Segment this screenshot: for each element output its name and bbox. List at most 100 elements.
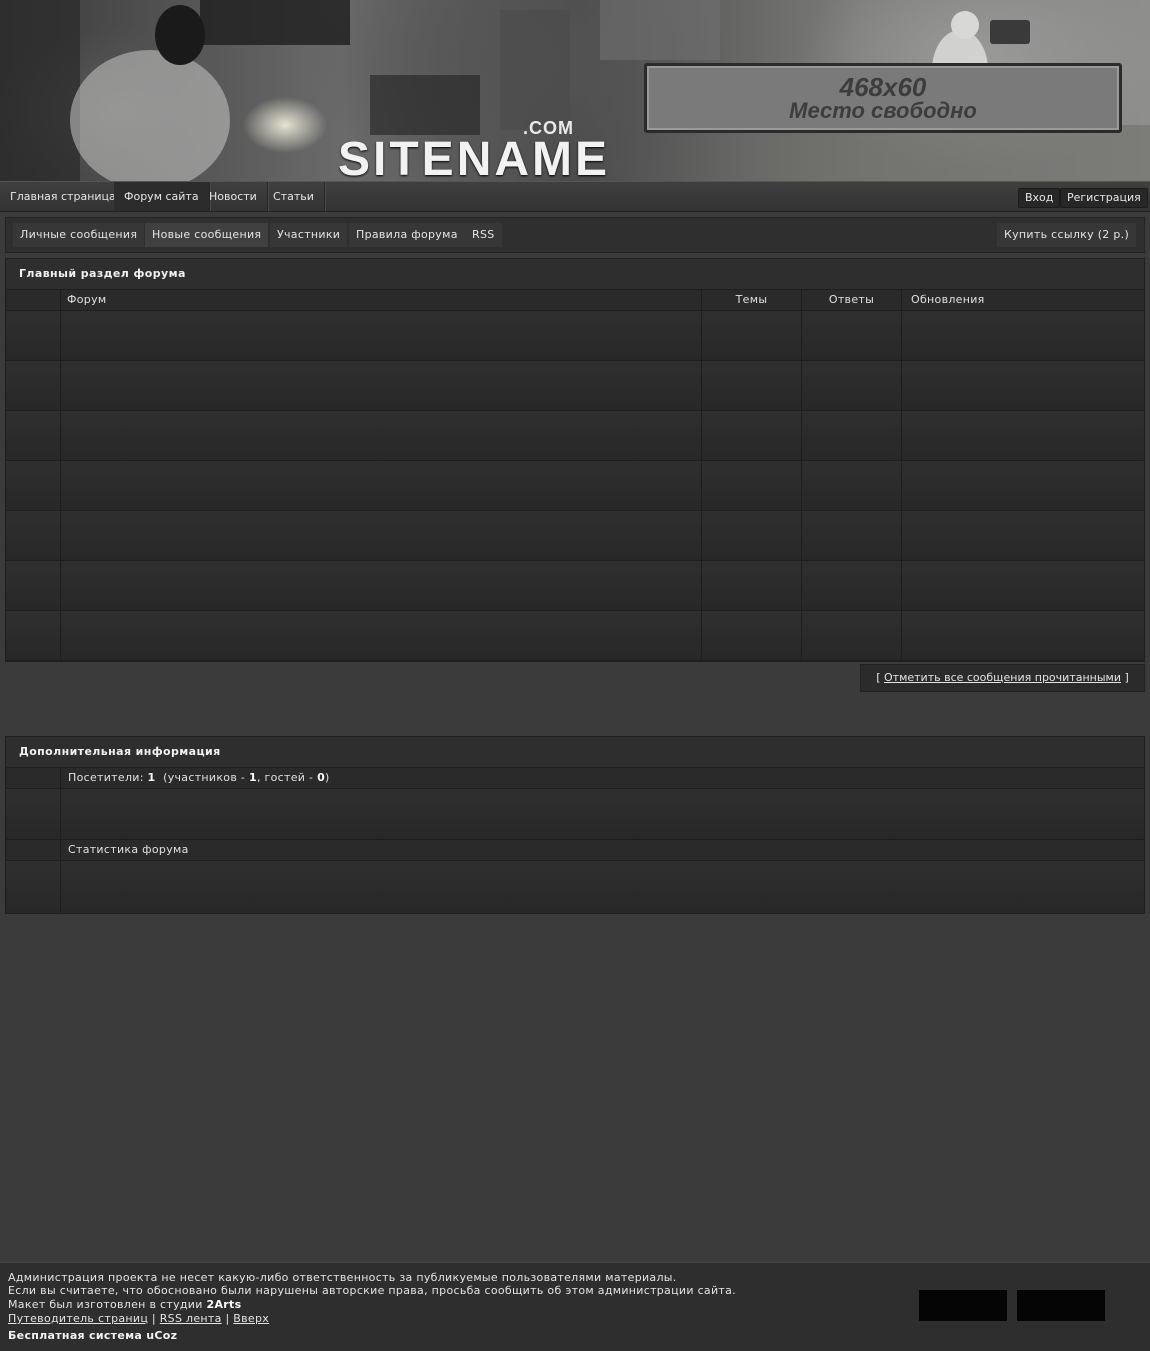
table-cell — [902, 511, 1144, 560]
studio-line: Макет был изготовлен в студии 2Arts — [8, 1298, 241, 1311]
register-button[interactable]: Регистрация — [1060, 188, 1148, 208]
forum-nav-private-messages[interactable]: Личные сообщения — [13, 223, 145, 247]
counter-widget-2[interactable] — [1017, 1290, 1105, 1321]
table-cell — [61, 461, 702, 510]
nav-home[interactable]: Главная страница — [0, 182, 127, 211]
header-icon-col — [6, 290, 61, 310]
table-cell — [6, 411, 61, 460]
header-updates: Обновления — [911, 293, 985, 306]
main-forum-section: Главный раздел форума Форум Темы Ответы … — [5, 258, 1145, 662]
studio-prefix: Макет был изготовлен в студии — [8, 1298, 203, 1311]
table-cell — [702, 561, 802, 610]
table-row — [6, 311, 1144, 361]
link-separator: | — [151, 1312, 156, 1325]
visitors-row — [6, 789, 1144, 840]
site-header: .COM SITENAME 468x60 Место свободно — [0, 0, 1150, 181]
table-cell — [61, 511, 702, 560]
members-prefix: (участников - — [163, 771, 246, 784]
visitors-total: 1 — [147, 771, 156, 784]
table-cell — [61, 361, 702, 410]
ucoz-link[interactable]: Бесплатная система uCoz — [8, 1329, 177, 1342]
top-navigation: Главная страница Форум сайта Новости Ста… — [0, 181, 1150, 212]
stats-icon-col — [6, 840, 61, 860]
ad-banner-placeholder[interactable]: 468x60 Место свободно — [644, 63, 1122, 133]
forum-nav-rss[interactable]: RSS — [465, 223, 502, 247]
guests-count: 0 — [317, 771, 326, 784]
banner-size: 468x60 — [839, 72, 927, 102]
back-to-top-link[interactable]: Вверх — [233, 1312, 269, 1325]
bracket-close: ] — [1124, 671, 1129, 684]
visitors-icon-col — [6, 768, 61, 788]
row-icon-cell — [6, 789, 61, 839]
table-cell — [702, 511, 802, 560]
table-cell — [702, 361, 802, 410]
visitors-line: Посетители: 1 (участников - 1, гостей - … — [68, 768, 330, 788]
table-cell — [61, 611, 702, 660]
nav-forum[interactable]: Форум сайта — [114, 182, 210, 211]
guests-prefix: , гостей - — [256, 771, 314, 784]
table-cell — [902, 361, 1144, 410]
logo-text: SITENAME — [338, 133, 611, 181]
section-title: Дополнительная информация — [6, 737, 1144, 768]
table-cell — [61, 561, 702, 610]
header-topics: Темы — [702, 290, 802, 310]
stats-header: Статистика форума — [6, 840, 1144, 861]
table-cell — [702, 461, 802, 510]
table-row — [6, 461, 1144, 511]
forum-nav-rules[interactable]: Правила форума — [349, 223, 465, 247]
info-table: Посетители: 1 (участников - 1, гостей - … — [6, 768, 1144, 913]
visitors-header: Посетители: 1 (участников - 1, гостей - … — [6, 768, 1144, 789]
rss-feed-link[interactable]: RSS лента — [160, 1312, 222, 1325]
forum-nav-members[interactable]: Участники — [270, 223, 348, 247]
footer-links: Путеводитель страниц | RSS лента | Вверх — [8, 1312, 269, 1325]
forum-table: Форум Темы Ответы Обновления — [6, 290, 1144, 661]
stats-label: Статистика форума — [68, 843, 189, 856]
login-button[interactable]: Вход — [1018, 188, 1061, 208]
table-cell — [61, 311, 702, 360]
counter-widget-1[interactable] — [919, 1290, 1007, 1321]
table-row — [6, 561, 1144, 611]
table-cell — [902, 311, 1144, 360]
table-cell — [702, 411, 802, 460]
row-icon-cell — [6, 861, 61, 913]
table-cell — [802, 311, 902, 360]
nav-news[interactable]: Новости — [199, 182, 268, 211]
mark-read-box: [ Отметить все сообщения прочитанными ] — [860, 664, 1145, 692]
table-cell — [802, 511, 902, 560]
table-cell — [902, 461, 1144, 510]
table-cell — [6, 511, 61, 560]
table-cell — [802, 361, 902, 410]
link-separator: | — [225, 1312, 230, 1325]
visitors-label: Посетители: — [68, 771, 144, 784]
buy-link-button[interactable]: Купить ссылку (2 р.) — [997, 223, 1137, 247]
header-forum: Форум — [61, 290, 702, 310]
disclaimer-line-1: Администрация проекта не несет какую-либ… — [8, 1271, 677, 1284]
table-cell — [6, 311, 61, 360]
table-cell — [6, 611, 61, 660]
additional-info-section: Дополнительная информация Посетители: 1 … — [5, 736, 1145, 914]
nav-articles[interactable]: Статьи — [263, 182, 325, 211]
table-row — [6, 411, 1144, 461]
table-cell — [61, 411, 702, 460]
site-logo[interactable]: .COM SITENAME — [338, 118, 607, 181]
forum-navigation: Личные сообщения Новые сообщения Участни… — [5, 217, 1145, 253]
table-header: Форум Темы Ответы Обновления — [6, 290, 1144, 311]
table-cell — [6, 561, 61, 610]
table-cell — [802, 461, 902, 510]
disclaimer-line-2: Если вы считаете, что обосновано были на… — [8, 1284, 736, 1297]
header-replies: Ответы — [802, 290, 902, 310]
site-footer: Администрация проекта не несет какую-либ… — [0, 1262, 1150, 1351]
mark-all-read-link[interactable]: Отметить все сообщения прочитанными — [884, 671, 1121, 684]
studio-name: 2Arts — [206, 1298, 242, 1311]
table-cell — [802, 561, 902, 610]
table-row — [6, 511, 1144, 561]
table-cell — [902, 561, 1144, 610]
close-paren: ) — [325, 771, 330, 784]
forum-nav-new-messages[interactable]: Новые сообщения — [145, 223, 269, 247]
table-cell — [702, 611, 802, 660]
sitemap-link[interactable]: Путеводитель страниц — [8, 1312, 148, 1325]
table-cell — [802, 411, 902, 460]
table-cell — [702, 311, 802, 360]
banner-text: Место свободно — [789, 98, 977, 123]
table-cell — [6, 461, 61, 510]
